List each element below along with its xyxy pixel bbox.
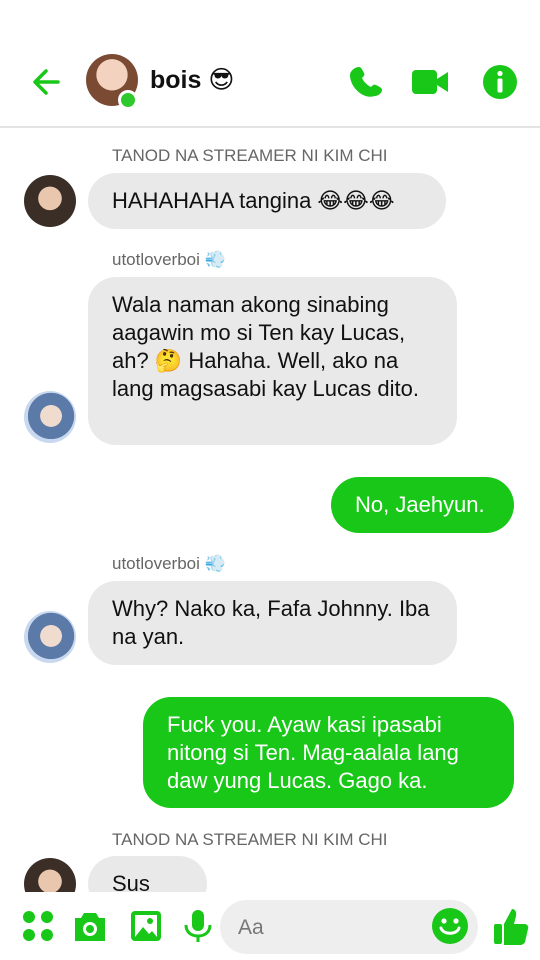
camera-icon[interactable]	[72, 908, 108, 944]
message-bubble[interactable]: Sus 🙄	[88, 856, 207, 892]
emoji-icon[interactable]	[430, 906, 470, 946]
message-list[interactable]: TANOD NA STREAMER NI KIM CHI HAHAHAHA ta…	[0, 128, 540, 892]
message-sender: TANOD NA STREAMER NI KIM CHI	[112, 146, 388, 165]
back-arrow-icon[interactable]	[28, 62, 68, 102]
video-icon[interactable]	[410, 62, 450, 102]
apps-icon[interactable]	[20, 908, 56, 944]
message-sender: TANOD NA STREAMER NI KIM CHI	[112, 830, 388, 849]
online-indicator	[118, 90, 138, 110]
mic-icon[interactable]	[180, 908, 216, 944]
image-icon[interactable]	[128, 908, 164, 944]
avatar[interactable]	[24, 175, 76, 227]
message-bubble[interactable]: No, Jaehyun.	[331, 477, 514, 533]
message-sender: utotloverboi 💨	[112, 554, 226, 573]
phone-icon[interactable]	[348, 62, 388, 102]
avatar[interactable]	[24, 611, 76, 663]
avatar[interactable]	[24, 391, 76, 443]
message-bubble[interactable]: Why? Nako ka, Fafa Johnny. Iba na yan.	[88, 581, 457, 665]
message-bubble[interactable]: Wala naman akong sinabing aagawin mo si …	[88, 277, 457, 445]
message-input-placeholder[interactable]: Aa	[238, 916, 264, 940]
message-bubble[interactable]: HAHAHAHA tangina 😂😂😂	[88, 173, 446, 229]
message-bubble[interactable]: Fuck you. Ayaw kasi ipasabi nitong si Te…	[143, 697, 514, 808]
chat-title[interactable]: bois 😎	[150, 64, 234, 96]
chat-header: bois 😎	[0, 0, 540, 128]
like-icon[interactable]	[492, 906, 532, 946]
info-icon[interactable]	[480, 62, 520, 102]
message-sender: utotloverboi 💨	[112, 250, 226, 269]
avatar[interactable]	[24, 858, 76, 892]
